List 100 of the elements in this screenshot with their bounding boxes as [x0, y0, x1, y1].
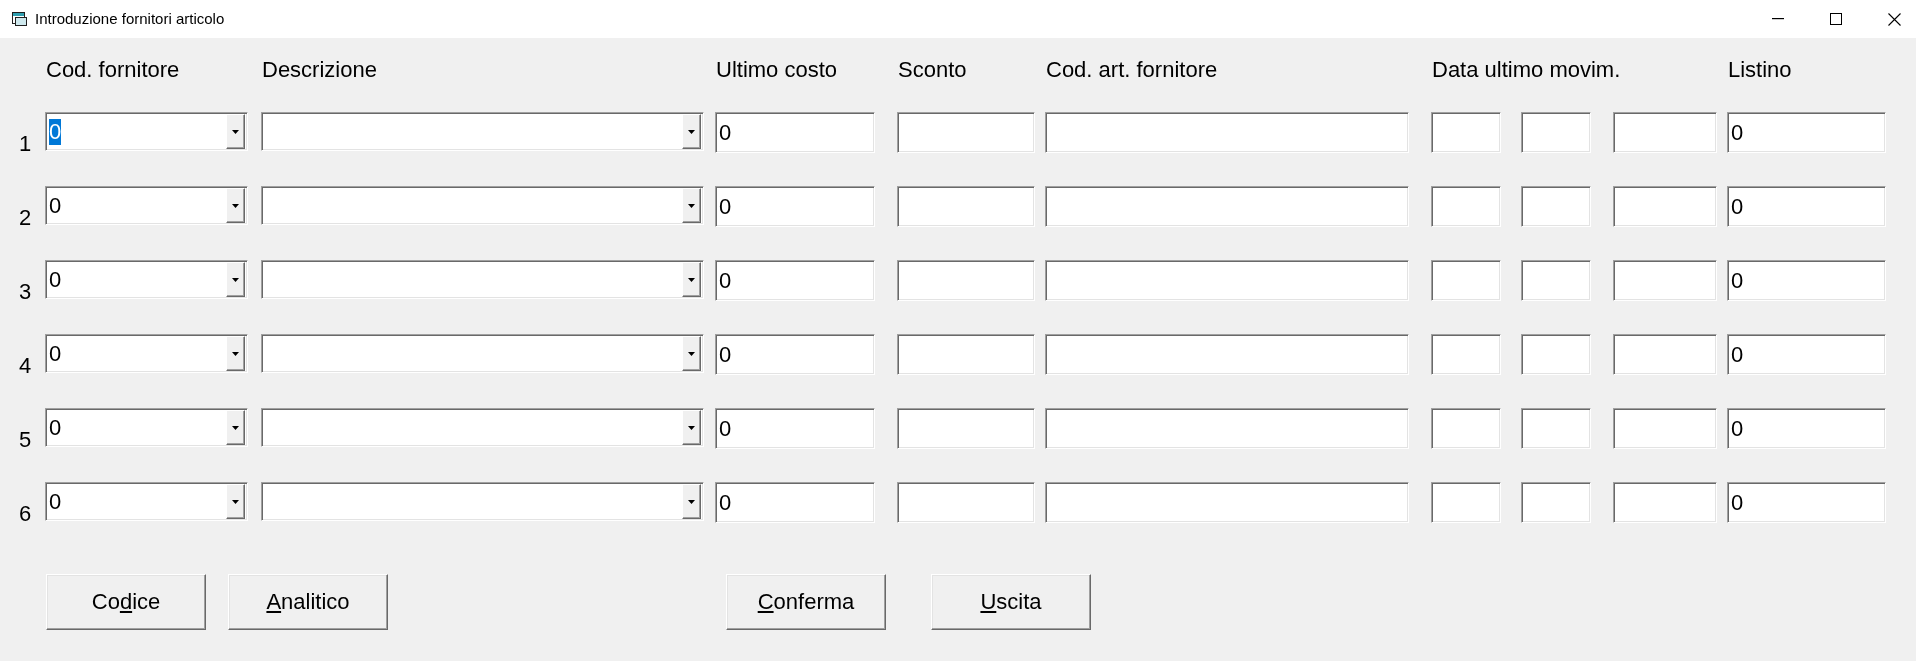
close-icon: [1888, 12, 1901, 26]
column-header: Cod. fornitore: [45, 57, 180, 83]
supplier-code-dropdown[interactable]: 0: [45, 186, 248, 225]
description-dropdown[interactable]: [261, 408, 704, 447]
row-number: 1: [19, 131, 32, 157]
minimize-icon: [1772, 18, 1784, 20]
exit-button[interactable]: Uscita: [931, 574, 1091, 630]
last-cost-field[interactable]: 0: [715, 186, 875, 227]
caret-icon: [688, 203, 695, 208]
caret-icon: [688, 499, 695, 504]
date-field[interactable]: [1613, 482, 1717, 523]
row-number: 2: [19, 205, 32, 231]
dropdown-button[interactable]: [682, 114, 701, 149]
dropdown-button[interactable]: [682, 410, 701, 445]
last-cost-field[interactable]: 0: [715, 482, 875, 523]
column-header: Listino: [1727, 57, 1792, 83]
date-field[interactable]: [1431, 334, 1501, 375]
price-list-field[interactable]: 0: [1727, 482, 1886, 523]
caret-icon: [688, 129, 695, 134]
confirm-button[interactable]: Conferma: [726, 574, 886, 630]
date-field[interactable]: [1431, 186, 1501, 227]
dropdown-button[interactable]: [682, 336, 701, 371]
price-list-field[interactable]: 0: [1727, 408, 1886, 449]
date-field[interactable]: [1613, 334, 1717, 375]
last-cost-field[interactable]: 0: [715, 112, 875, 153]
row-number: 4: [19, 353, 32, 379]
date-field[interactable]: [1521, 112, 1591, 153]
caret-icon: [232, 203, 239, 208]
discount-field[interactable]: [897, 334, 1035, 375]
supplier-code-dropdown[interactable]: 0: [45, 482, 248, 521]
caret-icon: [232, 129, 239, 134]
date-field[interactable]: [1521, 408, 1591, 449]
date-field[interactable]: [1431, 112, 1501, 153]
column-header: Data ultimo movim.: [1431, 57, 1621, 83]
description-dropdown[interactable]: [261, 482, 704, 521]
caret-icon: [232, 425, 239, 430]
date-field[interactable]: [1521, 334, 1591, 375]
supplier-code-dropdown[interactable]: 0: [45, 334, 248, 373]
dropdown-button[interactable]: [226, 410, 245, 445]
price-list-field[interactable]: 0: [1727, 334, 1886, 375]
analytic-button[interactable]: Analitico: [228, 574, 388, 630]
supplier-item-code-field[interactable]: [1045, 408, 1409, 449]
window-icon: [12, 12, 27, 26]
date-field[interactable]: [1613, 186, 1717, 227]
supplier-item-code-field[interactable]: [1045, 112, 1409, 153]
column-header: Cod. art. fornitore: [1045, 57, 1218, 83]
date-field[interactable]: [1613, 260, 1717, 301]
dropdown-button[interactable]: [682, 188, 701, 223]
row-number: 5: [19, 427, 32, 453]
dropdown-button[interactable]: [226, 262, 245, 297]
date-field[interactable]: [1521, 186, 1591, 227]
dropdown-button[interactable]: [226, 336, 245, 371]
code-button[interactable]: Codice: [46, 574, 206, 630]
date-field[interactable]: [1521, 482, 1591, 523]
caret-icon: [688, 277, 695, 282]
column-header: Sconto: [897, 57, 967, 83]
window-title: Introduzione fornitori articolo: [35, 10, 225, 28]
supplier-item-code-field[interactable]: [1045, 260, 1409, 301]
discount-field[interactable]: [897, 260, 1035, 301]
description-dropdown[interactable]: [261, 260, 704, 299]
dropdown-button[interactable]: [226, 484, 245, 519]
dropdown-button[interactable]: [682, 262, 701, 297]
date-field[interactable]: [1431, 260, 1501, 301]
price-list-field[interactable]: 0: [1727, 260, 1886, 301]
description-dropdown[interactable]: [261, 334, 704, 373]
date-field[interactable]: [1431, 482, 1501, 523]
date-field[interactable]: [1613, 112, 1717, 153]
last-cost-field[interactable]: 0: [715, 408, 875, 449]
price-list-field[interactable]: 0: [1727, 186, 1886, 227]
discount-field[interactable]: [897, 112, 1035, 153]
caret-icon: [232, 499, 239, 504]
supplier-item-code-field[interactable]: [1045, 482, 1409, 523]
date-field[interactable]: [1431, 408, 1501, 449]
supplier-item-code-field[interactable]: [1045, 186, 1409, 227]
description-dropdown[interactable]: [261, 112, 704, 151]
caret-icon: [232, 277, 239, 282]
supplier-code-dropdown[interactable]: 0: [45, 112, 248, 151]
dropdown-button[interactable]: [682, 484, 701, 519]
last-cost-field[interactable]: 0: [715, 334, 875, 375]
caret-icon: [688, 425, 695, 430]
price-list-field[interactable]: 0: [1727, 112, 1886, 153]
last-cost-field[interactable]: 0: [715, 260, 875, 301]
column-header: Descrizione: [261, 57, 377, 83]
discount-field[interactable]: [897, 186, 1035, 227]
discount-field[interactable]: [897, 408, 1035, 449]
caret-icon: [232, 351, 239, 356]
maximize-icon: [1830, 13, 1842, 25]
supplier-code-dropdown[interactable]: 0: [45, 260, 248, 299]
row-number: 6: [19, 501, 32, 527]
row-number: 3: [19, 279, 32, 305]
discount-field[interactable]: [897, 482, 1035, 523]
date-field[interactable]: [1613, 408, 1717, 449]
date-field[interactable]: [1521, 260, 1591, 301]
dropdown-button[interactable]: [226, 114, 245, 149]
column-header: Ultimo costo: [715, 57, 838, 83]
description-dropdown[interactable]: [261, 186, 704, 225]
supplier-code-dropdown[interactable]: 0: [45, 408, 248, 447]
caret-icon: [688, 351, 695, 356]
supplier-item-code-field[interactable]: [1045, 334, 1409, 375]
dropdown-button[interactable]: [226, 188, 245, 223]
